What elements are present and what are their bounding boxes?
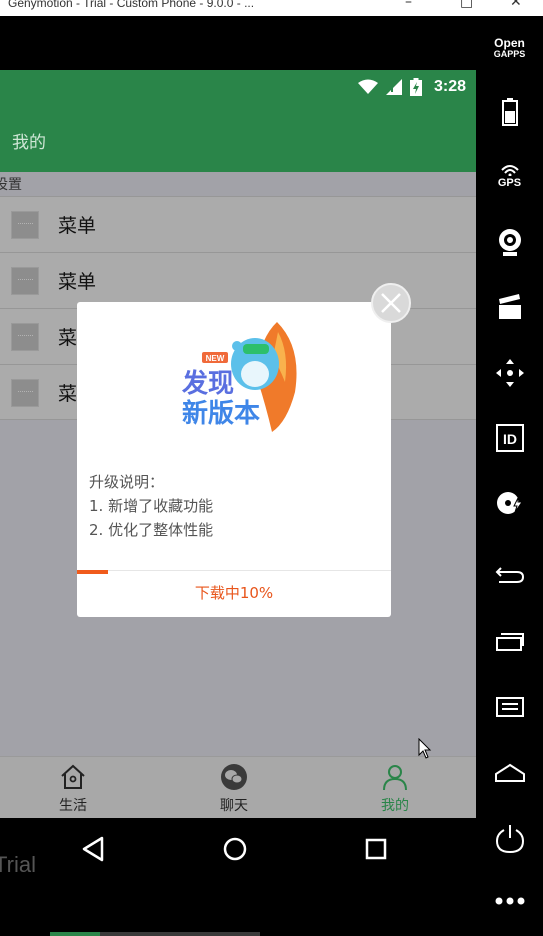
recent-apps-icon [495, 633, 524, 651]
window-bottom-strip [0, 878, 476, 936]
download-progress-track [77, 570, 391, 571]
menu-thumbnail [11, 211, 39, 239]
gps-button[interactable]: GPS [476, 164, 543, 189]
app-bar: 我的 [0, 104, 476, 172]
status-bar: 3:28 [0, 70, 476, 104]
nav-item-label: 我的 [381, 798, 409, 814]
home-button-icon[interactable] [222, 836, 248, 862]
new-badge: NEW [206, 354, 225, 363]
more-button[interactable] [476, 896, 543, 906]
opengapps-label-line1: Open [494, 36, 525, 50]
minimize-button[interactable]: – [405, 0, 412, 9]
media-icon [496, 492, 523, 514]
dialog-close-button[interactable] [371, 283, 411, 323]
menu-thumbnail [11, 267, 39, 295]
webcam-button[interactable] [476, 228, 543, 256]
phone-screen: 3:28 我的 设置 菜单 菜单 菜单 菜单 [0, 70, 476, 818]
window-title-bar: Genymotion - Trial - Custom Phone - 9.0.… [0, 0, 543, 16]
emulator-toolbar: Open GAPPS GPS ID [476, 16, 543, 936]
opengapps-label-line2: GAPPS [493, 49, 526, 59]
close-icon [381, 293, 401, 313]
notes-title: 升级说明： [89, 473, 165, 491]
download-progress-bar [77, 570, 109, 574]
wifi-icon [357, 79, 378, 94]
hero-text-line1: 发现 [181, 368, 234, 399]
device-id-button[interactable]: ID [476, 424, 543, 452]
menu-item[interactable]: 菜单 [0, 196, 476, 252]
menu-item-label: 菜单 [58, 215, 97, 237]
gps-label: GPS [497, 177, 522, 189]
profile-icon [383, 765, 407, 791]
maximize-button[interactable]: □ [460, 0, 473, 9]
media-button[interactable] [476, 490, 543, 516]
note-item: 1. 新增了收藏功能 [89, 497, 214, 515]
status-time: 3:28 [433, 78, 466, 95]
nav-item-label: 聊天 [220, 798, 248, 814]
id-label: ID [503, 431, 517, 447]
nav-item-mine[interactable]: 我的 [355, 763, 435, 815]
id-icon: ID [495, 424, 524, 452]
window-title: Genymotion - Trial - Custom Phone - 9.0.… [8, 0, 255, 10]
back-icon[interactable] [80, 836, 106, 862]
battery-button[interactable] [476, 98, 543, 126]
trial-watermark: Trial [0, 852, 36, 877]
clapperboard-icon [498, 294, 521, 319]
back-icon [495, 567, 524, 583]
update-dialog: NEW 发现 新版本 升级说明： 1. 新增了收藏功能 2. 优化了整体性能 下… [77, 302, 391, 617]
more-icon [495, 897, 524, 905]
nav-item-chat[interactable]: 聊天 [194, 763, 274, 815]
nav-item-life[interactable]: 生活 [33, 763, 113, 815]
opengapps-button[interactable]: Open GAPPS [476, 36, 543, 59]
update-illustration: NEW 发现 新版本 [181, 322, 297, 432]
home-button[interactable] [476, 762, 543, 784]
mouse-cursor-icon [418, 738, 432, 759]
signal-icon [385, 79, 402, 95]
home-icon [494, 763, 525, 782]
release-notes: 升级说明： 1. 新增了收藏功能 2. 优化了整体性能 [89, 470, 213, 542]
menu-icon [495, 697, 524, 717]
close-window-button[interactable]: ✕ [510, 0, 522, 9]
gps-icon [500, 165, 519, 176]
bottom-navigation: 生活 聊天 我的 [0, 756, 476, 818]
home-icon [61, 764, 85, 789]
note-item: 2. 优化了整体性能 [89, 521, 214, 539]
android-navigation-bar [0, 818, 476, 878]
menu-item-label: 菜单 [58, 271, 97, 293]
webcam-icon [498, 229, 521, 256]
battery-charging-icon [409, 78, 422, 96]
nav-item-label: 生活 [59, 798, 87, 814]
emulator-window: Genymotion - Trial - Custom Phone - 9.0.… [0, 0, 543, 936]
back-button[interactable] [476, 564, 543, 586]
menu-button[interactable] [476, 696, 543, 718]
chat-icon [221, 764, 247, 790]
power-button[interactable] [476, 824, 543, 854]
screencast-button[interactable] [476, 294, 543, 320]
recents-icon[interactable] [364, 837, 388, 861]
menu-thumbnail [11, 323, 39, 351]
section-header: 设置 [0, 177, 22, 193]
power-icon [495, 825, 524, 854]
dpad-icon [495, 359, 524, 387]
download-status-button[interactable]: 下载中10% [77, 582, 391, 603]
recent-apps-button[interactable] [476, 630, 543, 652]
page-title: 我的 [12, 133, 46, 153]
dpad-button[interactable] [476, 358, 543, 388]
hero-text-line2: 新版本 [182, 398, 260, 429]
menu-thumbnail [11, 379, 39, 407]
battery-icon [501, 98, 518, 126]
